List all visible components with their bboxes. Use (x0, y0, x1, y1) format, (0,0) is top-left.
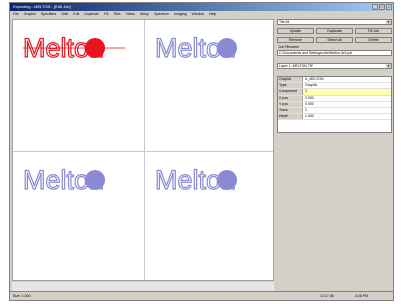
status-time: 12:17:48 (320, 294, 334, 298)
delete-button[interactable]: Delete (355, 37, 392, 43)
status-left: Size: 1.000 (13, 294, 31, 298)
prop-value[interactable]: A_MELTON (303, 77, 391, 82)
close-button[interactable]: × (386, 4, 392, 10)
minimize-button[interactable]: _ (372, 4, 378, 10)
menu-bar: File Graphic Specifiers Shift Edit Dupli… (10, 11, 393, 18)
prop-value[interactable]: 1.000 (303, 114, 391, 119)
status-bar: Size: 1.000 12:17:48 4:28 PM (10, 291, 393, 300)
prop-value[interactable]: 1 (303, 108, 391, 113)
tile-bottom-right[interactable]: Melton (145, 152, 275, 282)
chevron-down-icon[interactable]: ▼ (386, 64, 391, 68)
prop-value[interactable]: Graphic (303, 83, 391, 88)
prop-key: Component (278, 89, 303, 95)
menu-fill[interactable]: Fill (104, 11, 108, 18)
chevron-down-icon[interactable]: ▼ (386, 20, 391, 24)
prop-value[interactable]: 0.000 (303, 96, 391, 101)
prop-key: Graphic (278, 77, 303, 83)
menu-setup[interactable]: Setup (140, 11, 149, 18)
maximize-button[interactable]: □ (379, 4, 385, 10)
menu-imaging[interactable]: Imaging (174, 11, 186, 18)
duplicate-button[interactable]: Duplicate (316, 28, 353, 34)
button-row-2: Remove Select all Delete (277, 37, 392, 43)
layer-select-value: Layer 1: MELTON.TIF (279, 64, 314, 68)
melton-logo: Melton (154, 32, 237, 64)
melton-logo: Melton (22, 164, 105, 196)
view-combo[interactable]: Tile All ▼ (277, 19, 392, 25)
layout-canvas[interactable]: Melton Melton Melton Melton (12, 19, 274, 281)
menu-window[interactable]: Window (192, 11, 204, 18)
file-label: Job Filename (278, 45, 300, 49)
prop-row-depth[interactable]: Depth 1.000 (278, 114, 391, 121)
menu-spectrum[interactable]: Spectrum (154, 11, 169, 18)
menu-specifiers[interactable]: Specifiers (41, 11, 56, 18)
button-row-1: Update Duplicate Fill Job (277, 28, 392, 34)
prop-key: Depth (278, 114, 303, 120)
update-button[interactable]: Update (277, 28, 314, 34)
logo-text: Melton (23, 165, 104, 195)
menu-edit[interactable]: Edit (73, 11, 79, 18)
prop-value[interactable]: 0.000 (303, 102, 391, 107)
melton-logo: Melton (154, 164, 237, 196)
melton-logo: Melton (22, 32, 125, 64)
file-path-field[interactable]: C:\Documents and Settings\Job\Melton-3x3… (277, 50, 392, 56)
menu-help[interactable]: Help (209, 11, 216, 18)
application-window: Exploding - MELTON - [Edit Job] _ □ × Fi… (9, 2, 394, 301)
prop-key: Track (278, 107, 303, 114)
properties-panel: Tile All ▼ Update Duplicate Fill Job Rem… (276, 19, 393, 295)
menu-views[interactable]: Views (126, 11, 135, 18)
logo-text: Melton (155, 165, 236, 195)
menu-tiles[interactable]: Tiles (113, 11, 120, 18)
layer-select[interactable]: Layer 1: MELTON.TIF ▼ (277, 63, 392, 69)
prop-key: X pos (278, 95, 303, 101)
property-grid: Graphic A_MELTON Type Graphic Component 1 X… (277, 76, 392, 133)
view-combo-value: Tile All (279, 20, 290, 24)
fill-job-button[interactable]: Fill Job (355, 28, 392, 34)
menu-graphic[interactable]: Graphic (24, 11, 36, 18)
tile-top-right[interactable]: Melton (145, 20, 275, 150)
title-bar: Exploding - MELTON - [Edit Job] _ □ × (10, 3, 393, 11)
prop-value[interactable]: 1 (303, 89, 391, 95)
prop-key: Type (278, 83, 303, 89)
remove-button[interactable]: Remove (277, 37, 314, 43)
menu-duplicate[interactable]: Duplicate (84, 11, 99, 18)
window-title: Exploding - MELTON - [Edit Job] (13, 4, 71, 9)
tile-top-left[interactable]: Melton (13, 20, 143, 150)
menu-shift[interactable]: Shift (61, 11, 68, 18)
select-all-button[interactable]: Select all (316, 37, 353, 43)
prop-key: Y pos (278, 101, 303, 107)
status-clock: 4:28 PM (355, 294, 369, 298)
menu-file[interactable]: File (13, 11, 19, 18)
tile-bottom-left[interactable]: Melton (13, 152, 143, 282)
logo-text: Melton (155, 33, 236, 63)
